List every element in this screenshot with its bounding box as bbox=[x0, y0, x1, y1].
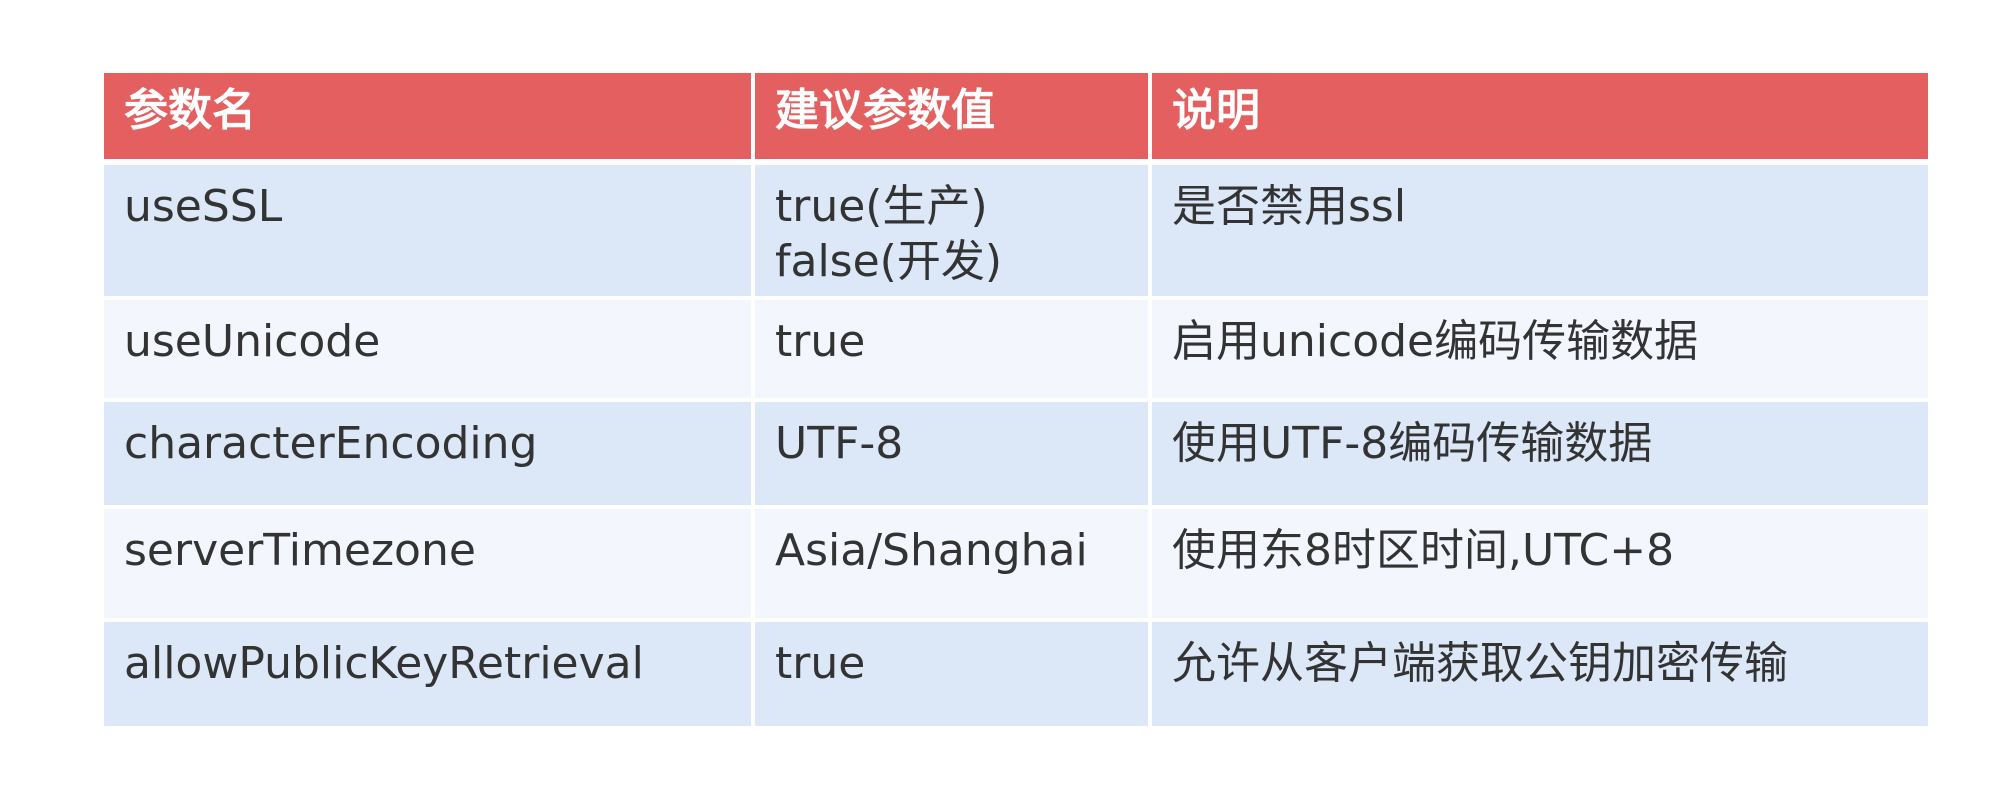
table-row: serverTimezone Asia/Shanghai 使用东8时区时间,UT… bbox=[104, 509, 1928, 622]
param-value-cell: true(生产) false(开发) bbox=[755, 165, 1152, 300]
param-value-line: Asia/Shanghai bbox=[775, 525, 1088, 576]
param-name-cell: allowPublicKeyRetrieval bbox=[104, 622, 755, 730]
param-value-cell: true bbox=[755, 300, 1152, 402]
table-row: useSSL true(生产) false(开发) 是否禁用ssl bbox=[104, 165, 1928, 300]
param-desc-cell: 允许从客户端获取公钥加密传输 bbox=[1152, 622, 1928, 730]
param-name-cell: serverTimezone bbox=[104, 509, 755, 622]
param-value-line: UTF-8 bbox=[775, 418, 904, 469]
header-param-name: 参数名 bbox=[104, 73, 755, 165]
param-value-line: false(开发) bbox=[775, 236, 1003, 287]
table-row: allowPublicKeyRetrieval true 允许从客户端获取公钥加… bbox=[104, 622, 1928, 730]
table-row: characterEncoding UTF-8 使用UTF-8编码传输数据 bbox=[104, 402, 1928, 509]
header-description: 说明 bbox=[1152, 73, 1928, 165]
param-desc-cell: 启用unicode编码传输数据 bbox=[1152, 300, 1928, 402]
param-value-cell: UTF-8 bbox=[755, 402, 1152, 509]
param-value-line: true(生产) bbox=[775, 181, 988, 232]
header-suggested-value: 建议参数值 bbox=[755, 73, 1152, 165]
param-value-cell: true bbox=[755, 622, 1152, 730]
parameter-table: 参数名 建议参数值 说明 useSSL true(生产) false(开发) 是… bbox=[104, 73, 1928, 730]
param-desc-cell: 使用UTF-8编码传输数据 bbox=[1152, 402, 1928, 509]
param-name-cell: useSSL bbox=[104, 165, 755, 300]
param-value-cell: Asia/Shanghai bbox=[755, 509, 1152, 622]
table-row: useUnicode true 启用unicode编码传输数据 bbox=[104, 300, 1928, 402]
param-name-cell: useUnicode bbox=[104, 300, 755, 402]
param-desc-cell: 是否禁用ssl bbox=[1152, 165, 1928, 300]
table-header-row: 参数名 建议参数值 说明 bbox=[104, 73, 1928, 165]
param-value-line: true bbox=[775, 316, 866, 367]
param-value-line: true bbox=[775, 638, 866, 689]
param-desc-cell: 使用东8时区时间,UTC+8 bbox=[1152, 509, 1928, 622]
param-name-cell: characterEncoding bbox=[104, 402, 755, 509]
